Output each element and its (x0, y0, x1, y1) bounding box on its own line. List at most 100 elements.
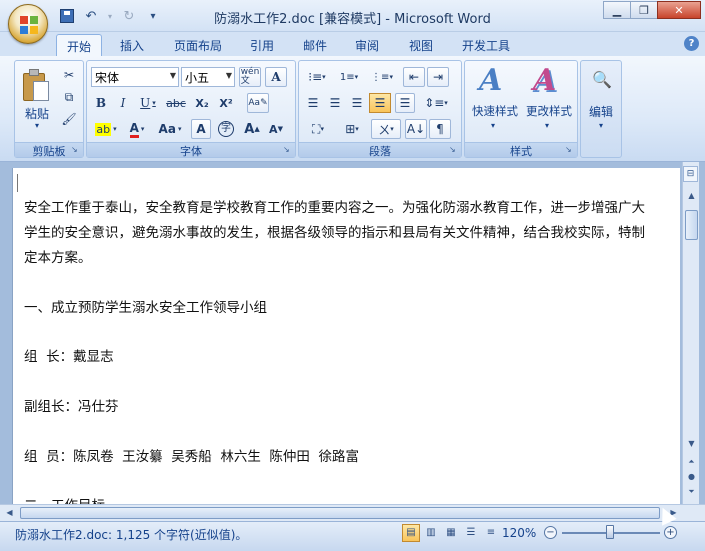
vertical-scroll-thumb[interactable] (685, 210, 698, 240)
phonetic-guide-icon[interactable]: wén 文 (239, 67, 261, 87)
character-border-icon[interactable]: A (265, 67, 287, 87)
quick-styles-button[interactable]: 快速样式 (467, 103, 523, 119)
shading-icon[interactable]: ⛶ ▾ (303, 119, 333, 139)
tab-home[interactable]: 开始 (56, 34, 103, 56)
distributed-icon[interactable]: ☰ (395, 93, 415, 113)
zoom-in-icon[interactable]: + (664, 526, 677, 539)
ribbon: 粘贴 ▾ ✂ ⧉ 🖌 剪贴板 ↘ 宋体 ▼ 小五 ▼ wén 文 A B I U ▾ a… (0, 56, 705, 162)
tab-view[interactable]: 视图 (399, 34, 443, 56)
document-line[interactable]: 组 长：戴显志 (24, 345, 114, 365)
enclose-characters-icon[interactable]: 字 (215, 119, 237, 139)
web-layout-icon[interactable]: ▦ (442, 524, 460, 542)
scroll-up-icon[interactable]: ▲ (684, 188, 699, 204)
chinese-layout-icon[interactable]: ㄨ ▾ (371, 119, 401, 139)
change-styles-button[interactable]: 更改样式 (521, 103, 577, 119)
font-name-value: 宋体 (95, 71, 120, 85)
tab-developer[interactable]: 开发工具 (452, 34, 520, 56)
zoom-level[interactable]: 120% (502, 526, 536, 540)
view-ruler-icon[interactable]: ⊟ (683, 166, 698, 182)
cut-icon[interactable]: ✂ (59, 65, 79, 85)
numbering-icon[interactable]: 1≡ ▾ (335, 67, 363, 87)
subscript-button[interactable]: X₂ (191, 93, 213, 113)
word-count-status[interactable]: 防溺水工作2.doc: 1,125 个字符(近似值)。 (15, 526, 247, 543)
format-painter-icon[interactable]: 🖌 (59, 109, 79, 129)
document-line[interactable]: 定本方案。 (24, 246, 92, 266)
paste-button-label[interactable]: 粘贴 (21, 105, 53, 122)
superscript-button[interactable]: X² (215, 93, 237, 113)
increase-indent-icon[interactable]: ⇥ (427, 67, 449, 87)
font-size-combo[interactable]: 小五 ▼ (181, 67, 235, 87)
line-spacing-icon[interactable]: ⇕≡ ▾ (421, 93, 451, 113)
justify-icon[interactable]: ☰ (369, 93, 391, 113)
document-page[interactable]: 安全工作重于泰山，安全教育是学校教育工作的重要内容之一。为强化防溺水教育工作，进… (12, 168, 680, 504)
help-icon[interactable]: ? (684, 36, 699, 51)
paste-icon[interactable] (23, 69, 51, 101)
outline-view-icon[interactable]: ☰ (462, 524, 480, 542)
borders-icon[interactable]: ⊞ ▾ (337, 119, 367, 139)
dialog-launcher-icon[interactable]: ↘ (71, 145, 81, 155)
change-styles-icon[interactable]: A (533, 63, 556, 98)
paste-dropdown-icon[interactable]: ▾ (21, 121, 53, 130)
italic-button[interactable]: I (113, 93, 133, 113)
print-layout-view-icon[interactable]: ▤ (402, 524, 420, 542)
dialog-launcher-icon[interactable]: ↘ (565, 145, 575, 155)
character-shading-icon[interactable]: A (191, 119, 211, 139)
document-line[interactable]: 组 员：陈凤卷 王汝纂 吴秀船 林六生 陈仲田 徐路富 (24, 445, 359, 465)
decrease-indent-icon[interactable]: ⇤ (403, 67, 425, 87)
document-line[interactable]: 副组长：冯仕芬 (24, 395, 119, 415)
document-line[interactable]: 安全工作重于泰山，安全教育是学校教育工作的重要内容之一。为强化防溺水教育工作，进… (24, 196, 645, 216)
underline-button[interactable]: U ▾ (135, 93, 161, 113)
document-line[interactable]: 学生的安全意识，避免溺水事故的发生，根据各级领导的指示和县局有关文件精神，结合我… (24, 221, 645, 241)
draft-view-icon[interactable]: ≡ (482, 524, 500, 542)
multilevel-list-icon[interactable]: ⋮≡ ▾ (367, 67, 397, 87)
tab-page-layout[interactable]: 页面布局 (164, 34, 232, 56)
strikethrough-button[interactable]: abc (163, 93, 189, 113)
font-color-button[interactable]: A ▾ (123, 119, 151, 139)
dropdown-arrow-icon[interactable]: ▾ (481, 121, 505, 130)
select-browse-object-icon[interactable]: ● (684, 469, 699, 485)
bold-button[interactable]: B (91, 93, 111, 113)
text-cursor (17, 174, 18, 192)
highlight-color-button[interactable]: ab ▾ (91, 119, 121, 139)
tab-review[interactable]: 审阅 (345, 34, 389, 56)
align-right-icon[interactable]: ☰ (347, 93, 367, 113)
dropdown-arrow-icon[interactable]: ▾ (581, 121, 621, 130)
binoculars-icon[interactable]: 🔍 (591, 67, 613, 91)
minimize-button[interactable]: ▁ (603, 1, 631, 19)
dropdown-arrow-icon[interactable]: ▾ (535, 121, 559, 130)
change-case-button[interactable]: Aa ▾ (155, 119, 185, 139)
close-button[interactable]: ✕ (657, 1, 701, 19)
font-name-combo[interactable]: 宋体 ▼ (91, 67, 179, 87)
tab-insert[interactable]: 插入 (110, 34, 154, 56)
shrink-font-button[interactable]: A ▼ (265, 119, 287, 139)
vertical-scrollbar[interactable]: ▲ ▼ ⏶ ● ⏷ (682, 162, 699, 504)
next-page-icon[interactable]: ⏷ (684, 484, 699, 500)
office-button[interactable] (8, 4, 48, 44)
horizontal-scroll-thumb[interactable] (20, 507, 660, 519)
clear-formatting-icon[interactable]: Aa✎ (247, 93, 269, 113)
document-line[interactable]: 二、工作目标 (24, 494, 105, 504)
align-center-icon[interactable]: ☰ (325, 93, 345, 113)
bullets-icon[interactable]: ⁝≡ ▾ (303, 67, 331, 87)
editing-button[interactable]: 编辑 (581, 103, 621, 120)
zoom-out-icon[interactable]: − (544, 526, 557, 539)
document-line[interactable]: 一、成立预防学生溺水安全工作领导小组 (24, 296, 267, 316)
tab-mailings[interactable]: 邮件 (293, 34, 337, 56)
align-left-icon[interactable]: ☰ (303, 93, 323, 113)
restore-button[interactable]: ❐ (630, 1, 658, 19)
copy-icon[interactable]: ⧉ (59, 87, 79, 107)
dialog-launcher-icon[interactable]: ↘ (283, 145, 293, 155)
scroll-left-icon[interactable]: ◀ (2, 505, 17, 521)
grow-font-button[interactable]: A ▲ (241, 119, 263, 139)
dialog-launcher-icon[interactable]: ↘ (449, 145, 459, 155)
tab-references[interactable]: 引用 (240, 34, 284, 56)
scroll-down-icon[interactable]: ▼ (684, 436, 699, 452)
sort-icon[interactable]: A↓ (405, 119, 427, 139)
horizontal-scrollbar[interactable]: ◀ ▶ (0, 504, 705, 521)
full-screen-reading-icon[interactable]: ▥ (422, 524, 440, 542)
show-marks-icon[interactable]: ¶ (429, 119, 451, 139)
font-color-label: A (129, 121, 139, 138)
previous-page-icon[interactable]: ⏶ (684, 454, 699, 470)
quick-styles-icon[interactable]: A (479, 63, 502, 98)
zoom-slider-knob[interactable] (606, 525, 614, 539)
